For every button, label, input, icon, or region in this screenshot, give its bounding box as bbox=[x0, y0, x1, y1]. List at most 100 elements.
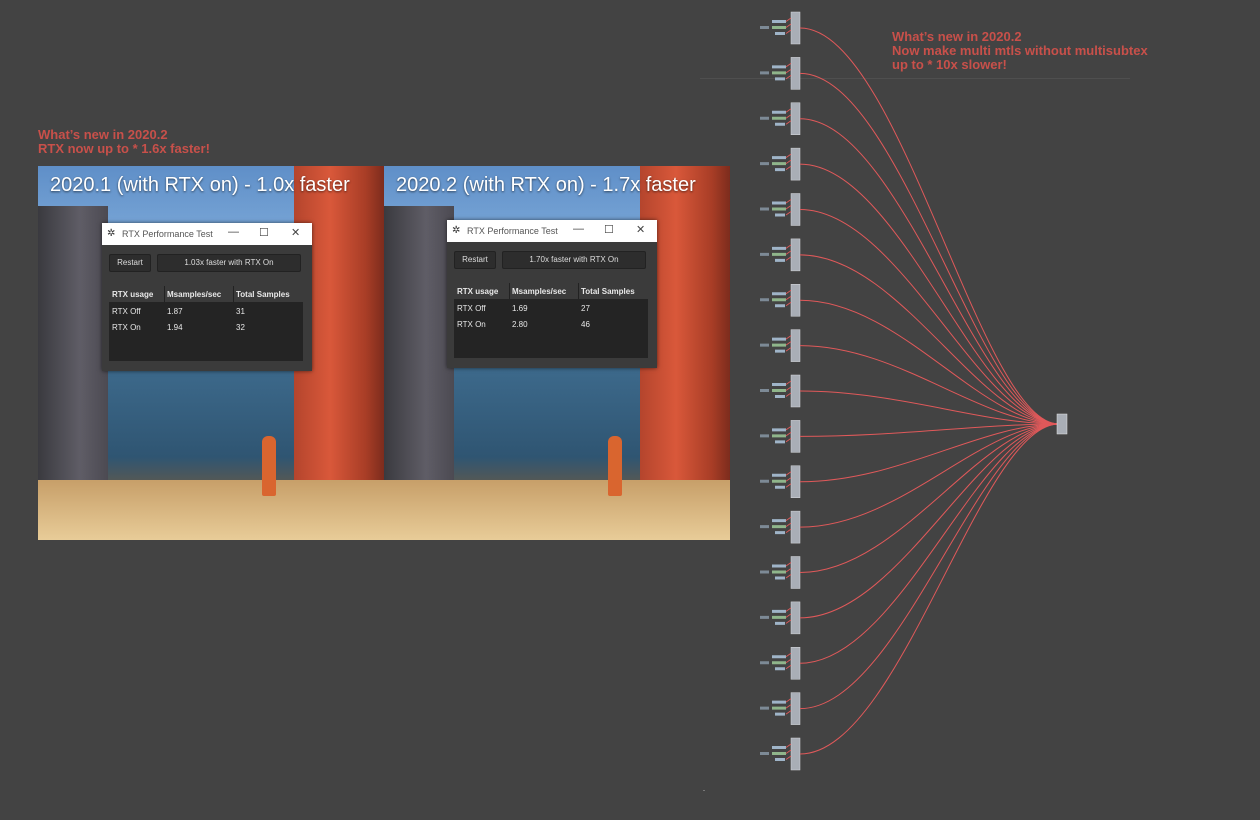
material-node-body bbox=[790, 329, 801, 362]
node-socket bbox=[775, 621, 785, 625]
node-socket bbox=[772, 252, 786, 256]
node-socket bbox=[772, 661, 786, 665]
node-label-chip bbox=[760, 207, 769, 211]
node-input-wire bbox=[785, 114, 792, 119]
node-input-wire bbox=[785, 295, 792, 301]
node-label-chip bbox=[760, 479, 769, 483]
node-input-wire bbox=[785, 749, 792, 754]
node-input-wire bbox=[785, 664, 792, 670]
node-input-wire bbox=[785, 347, 792, 352]
node-socket bbox=[772, 746, 786, 749]
node-input-wire bbox=[785, 29, 792, 34]
node-input-wire bbox=[785, 698, 792, 703]
node-input-wire bbox=[785, 704, 792, 709]
material-node[interactable] bbox=[760, 193, 801, 226]
node-input-wire bbox=[785, 607, 792, 612]
node-input-wire bbox=[785, 23, 792, 28]
node-input-wire bbox=[785, 63, 792, 68]
node-socket bbox=[772, 428, 786, 432]
node-input-wire bbox=[785, 652, 792, 658]
node-socket bbox=[772, 20, 786, 23]
node-socket bbox=[775, 77, 785, 81]
multi-material-target-node[interactable] bbox=[1056, 413, 1068, 435]
node-input-wire bbox=[785, 619, 792, 624]
material-node[interactable] bbox=[760, 238, 801, 272]
node-input-wire bbox=[785, 159, 792, 164]
node-socket bbox=[772, 246, 786, 250]
node-socket bbox=[772, 26, 786, 29]
material-node-body bbox=[790, 147, 801, 181]
node-input-wire bbox=[785, 483, 792, 488]
material-node-body bbox=[790, 510, 801, 544]
node-socket bbox=[772, 389, 786, 392]
node-input-wire bbox=[785, 710, 792, 715]
material-node-body bbox=[790, 238, 801, 272]
node-input-wire bbox=[785, 755, 792, 760]
node-socket bbox=[772, 700, 786, 704]
node-input-wire bbox=[785, 108, 792, 113]
node-socket bbox=[772, 706, 786, 710]
node-socket bbox=[772, 434, 786, 438]
node-connection-wire bbox=[799, 163, 1060, 425]
node-input-wire bbox=[785, 75, 792, 80]
node-input-wire bbox=[785, 386, 792, 391]
node-socket bbox=[772, 615, 786, 619]
material-node[interactable] bbox=[760, 737, 801, 771]
node-input-wire bbox=[785, 574, 792, 579]
node-input-wire bbox=[785, 658, 792, 664]
node-label-chip bbox=[760, 661, 769, 665]
node-connection-wire bbox=[799, 27, 1060, 425]
node-socket bbox=[772, 110, 786, 114]
node-socket bbox=[772, 519, 786, 523]
material-node[interactable] bbox=[760, 692, 801, 725]
node-socket bbox=[775, 758, 785, 761]
node-socket bbox=[775, 168, 785, 172]
node-socket bbox=[772, 655, 786, 659]
node-input-wire bbox=[785, 69, 792, 74]
node-socket bbox=[775, 667, 785, 671]
material-node-body bbox=[790, 57, 801, 90]
material-node[interactable] bbox=[760, 329, 801, 362]
node-label-chip bbox=[760, 162, 769, 166]
material-node-body bbox=[790, 465, 801, 498]
node-socket bbox=[775, 485, 785, 489]
material-node[interactable] bbox=[760, 647, 801, 680]
material-node[interactable] bbox=[760, 465, 801, 498]
material-node-body bbox=[790, 374, 801, 408]
node-input-wire bbox=[785, 528, 792, 533]
node-socket bbox=[772, 570, 786, 574]
material-node[interactable] bbox=[760, 57, 801, 90]
material-node[interactable] bbox=[760, 556, 801, 589]
node-socket bbox=[772, 292, 786, 296]
node-input-wire bbox=[785, 301, 792, 307]
material-node[interactable] bbox=[760, 510, 801, 544]
material-node[interactable] bbox=[760, 147, 801, 181]
material-node-body bbox=[790, 647, 801, 680]
node-input-wire bbox=[785, 522, 792, 527]
material-node[interactable] bbox=[760, 374, 801, 408]
material-node[interactable] bbox=[760, 284, 801, 317]
node-socket bbox=[775, 349, 785, 353]
node-socket bbox=[775, 304, 785, 308]
node-label-chip bbox=[760, 389, 769, 392]
node-socket bbox=[775, 440, 785, 444]
node-connection-wire bbox=[799, 72, 1060, 425]
material-node[interactable] bbox=[760, 102, 801, 135]
node-input-wire bbox=[785, 244, 792, 249]
node-socket bbox=[772, 525, 786, 529]
material-node-body bbox=[790, 692, 801, 725]
material-node-body bbox=[790, 556, 801, 589]
material-node[interactable] bbox=[760, 420, 801, 453]
material-node[interactable] bbox=[760, 11, 801, 45]
node-input-wire bbox=[785, 426, 792, 431]
material-node-body bbox=[790, 11, 801, 45]
node-input-wire bbox=[785, 211, 792, 216]
node-input-wire bbox=[785, 250, 792, 255]
node-socket bbox=[772, 207, 786, 211]
node-input-wire bbox=[785, 380, 792, 385]
node-connection-wire bbox=[799, 423, 1060, 483]
material-node[interactable] bbox=[760, 601, 801, 635]
node-input-wire bbox=[785, 477, 792, 482]
material-node-body bbox=[790, 420, 801, 453]
node-connection-wire bbox=[799, 423, 1060, 710]
